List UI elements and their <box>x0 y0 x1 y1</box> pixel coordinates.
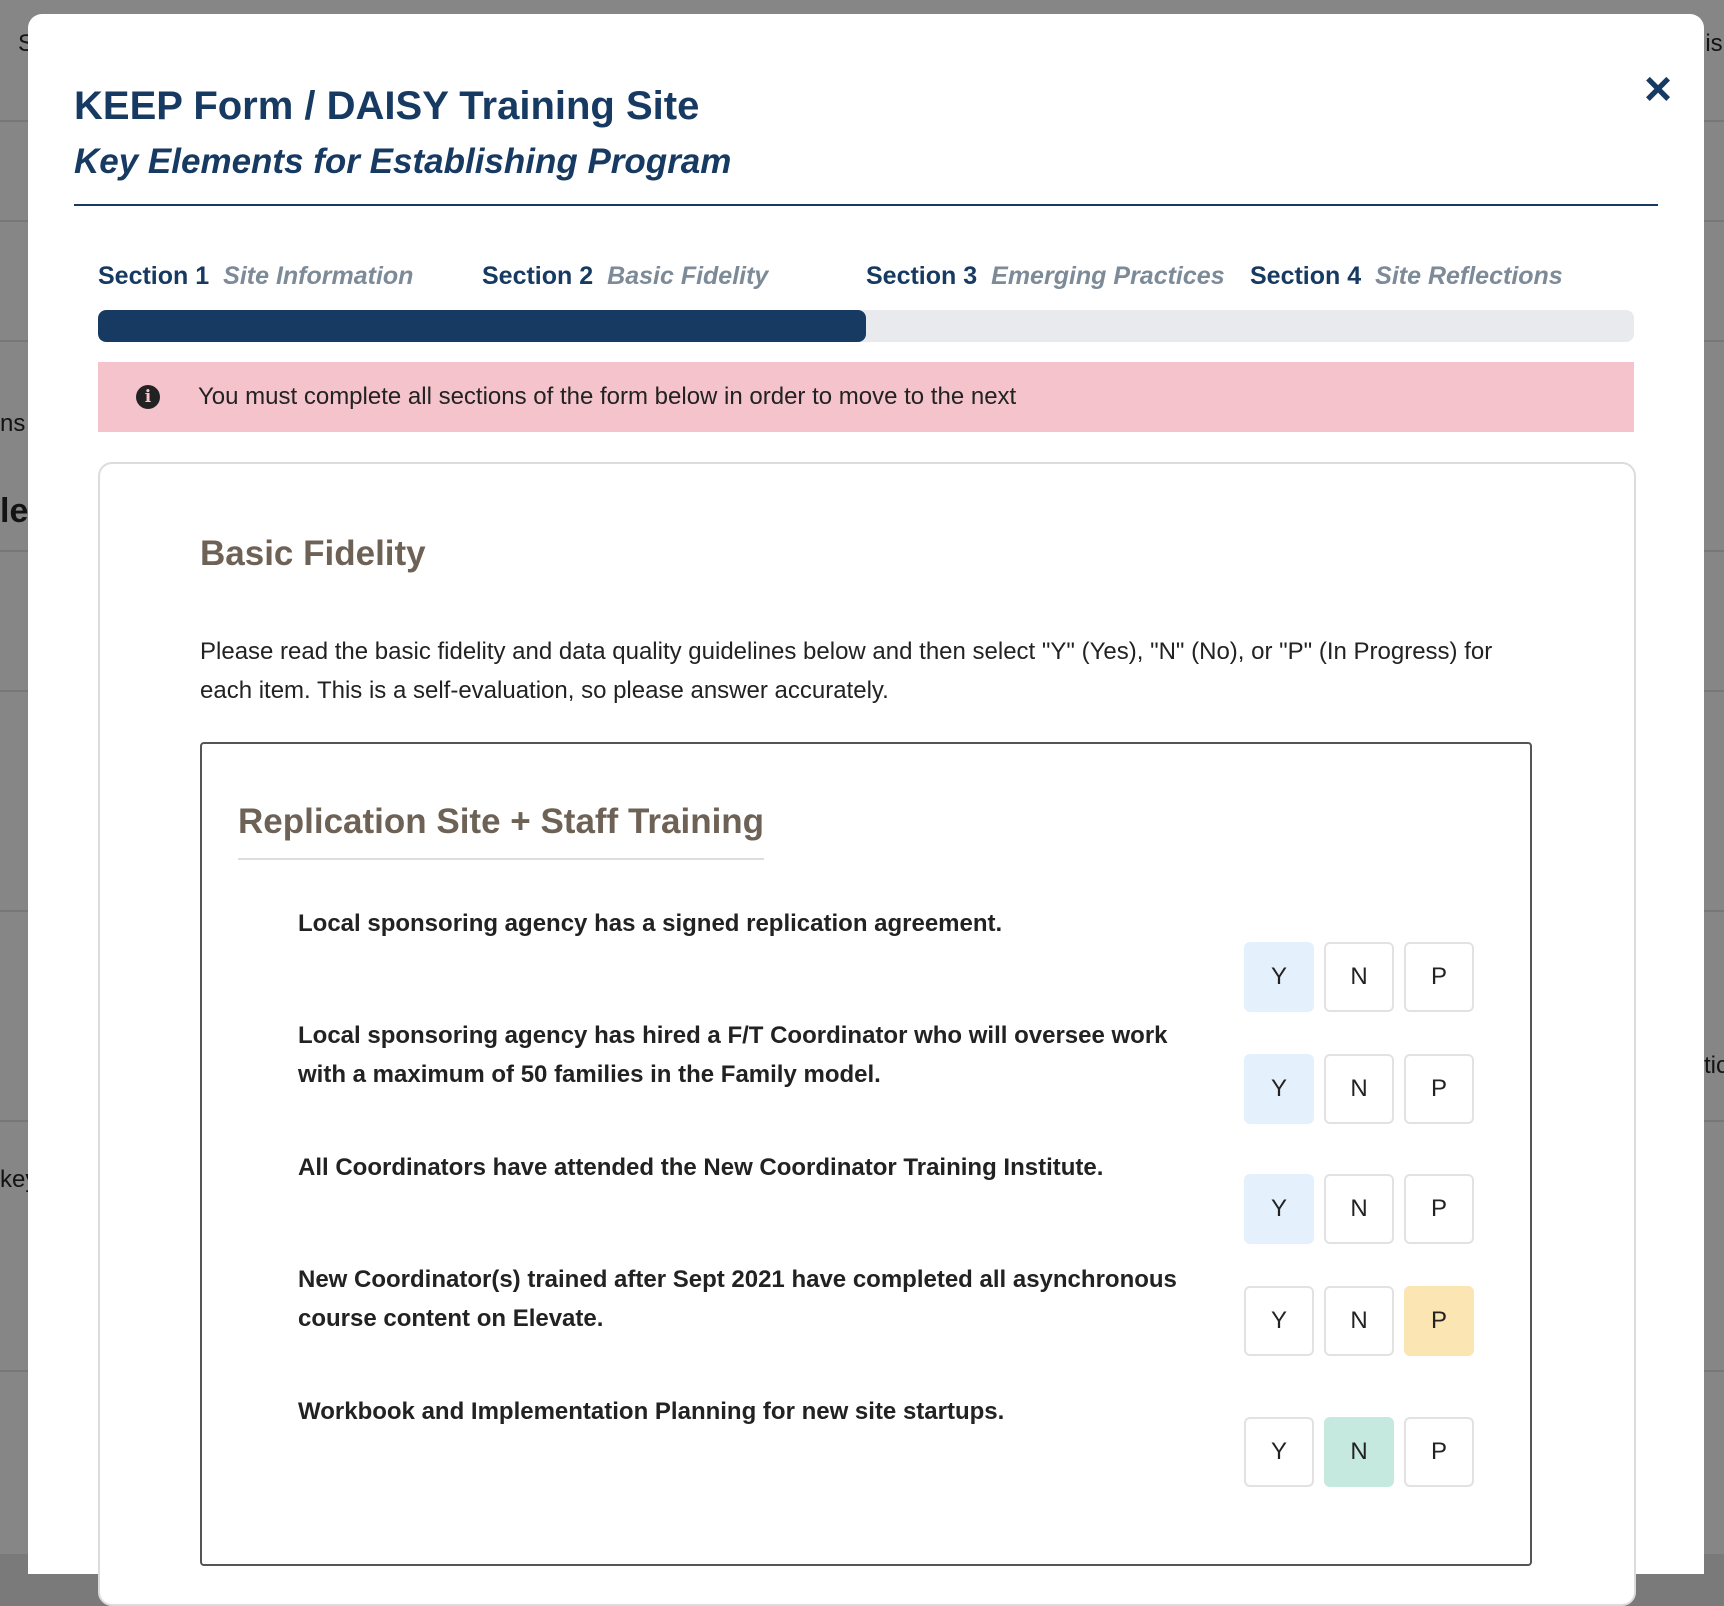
answer-y-button[interactable]: Y <box>1244 1286 1314 1356</box>
step-name: Site Reflections <box>1375 262 1563 290</box>
progress-bar <box>98 310 1634 342</box>
modal-subtitle: Key Elements for Establishing Program <box>74 142 732 181</box>
section-title: Basic Fidelity <box>200 534 426 573</box>
step-name: Emerging Practices <box>991 262 1225 290</box>
question-text: All Coordinators have attended the New C… <box>298 1154 1104 1181</box>
answer-p-button[interactable]: P <box>1404 1054 1474 1124</box>
answer-p-button[interactable]: P <box>1404 942 1474 1012</box>
info-icon: i <box>136 385 160 409</box>
incomplete-alert: i You must complete all sections of the … <box>98 362 1634 432</box>
replication-site-panel: Replication Site + Staff Training Local … <box>200 742 1532 1566</box>
answer-options: YNP <box>1244 942 1474 1012</box>
answer-p-button[interactable]: P <box>1404 1417 1474 1487</box>
answer-y-button[interactable]: Y <box>1244 1054 1314 1124</box>
background-text: le <box>0 492 29 530</box>
answer-n-button[interactable]: N <box>1324 1054 1394 1124</box>
question-text: Local sponsoring agency has hired a F/T … <box>298 1022 1168 1088</box>
step-section-4[interactable]: Section 4 Site Reflections <box>1250 262 1563 291</box>
answer-y-button[interactable]: Y <box>1244 1417 1314 1487</box>
question-text: Workbook and Implementation Planning for… <box>298 1398 1005 1425</box>
step-name: Site Information <box>223 262 414 290</box>
answer-options: YNP <box>1244 1417 1474 1487</box>
progress-fill <box>98 310 866 342</box>
answer-y-button[interactable]: Y <box>1244 942 1314 1012</box>
answer-options: YNP <box>1244 1174 1474 1244</box>
question-text: Local sponsoring agency has a signed rep… <box>298 910 1003 937</box>
answer-n-button[interactable]: N <box>1324 942 1394 1012</box>
keep-form-modal: × KEEP Form / DAISY Training Site Key El… <box>28 14 1704 1606</box>
step-section-2[interactable]: Section 2 Basic Fidelity <box>482 262 768 291</box>
background-text: ns <box>0 410 26 437</box>
section-description: Please read the basic fidelity and data … <box>200 638 1493 704</box>
alert-message: You must complete all sections of the fo… <box>198 383 1017 410</box>
modal-title: KEEP Form / DAISY Training Site <box>74 84 700 128</box>
question-text: New Coordinator(s) trained after Sept 20… <box>298 1266 1177 1332</box>
step-number: Section 3 <box>866 262 978 290</box>
answer-n-button[interactable]: N <box>1324 1286 1394 1356</box>
close-icon[interactable]: × <box>1628 60 1688 120</box>
step-number: Section 4 <box>1250 262 1362 290</box>
answer-options: YNP <box>1244 1286 1474 1356</box>
answer-p-button[interactable]: P <box>1404 1286 1474 1356</box>
group-title: Replication Site + Staff Training <box>238 802 765 860</box>
basic-fidelity-card: Basic Fidelity Please read the basic fid… <box>98 462 1636 1606</box>
step-number: Section 1 <box>98 262 210 290</box>
answer-n-button[interactable]: N <box>1324 1417 1394 1487</box>
step-name: Basic Fidelity <box>607 262 769 290</box>
background-text: tic <box>1704 1052 1724 1079</box>
answer-y-button[interactable]: Y <box>1244 1174 1314 1244</box>
step-number: Section 2 <box>482 262 594 290</box>
section-stepper: Section 1 Site Information Section 2 Basic… <box>98 262 1634 302</box>
answer-options: YNP <box>1244 1054 1474 1124</box>
answer-n-button[interactable]: N <box>1324 1174 1394 1244</box>
answer-p-button[interactable]: P <box>1404 1174 1474 1244</box>
step-section-1[interactable]: Section 1 Site Information <box>98 262 413 291</box>
header-divider <box>74 204 1658 206</box>
step-section-3[interactable]: Section 3 Emerging Practices <box>866 262 1225 291</box>
